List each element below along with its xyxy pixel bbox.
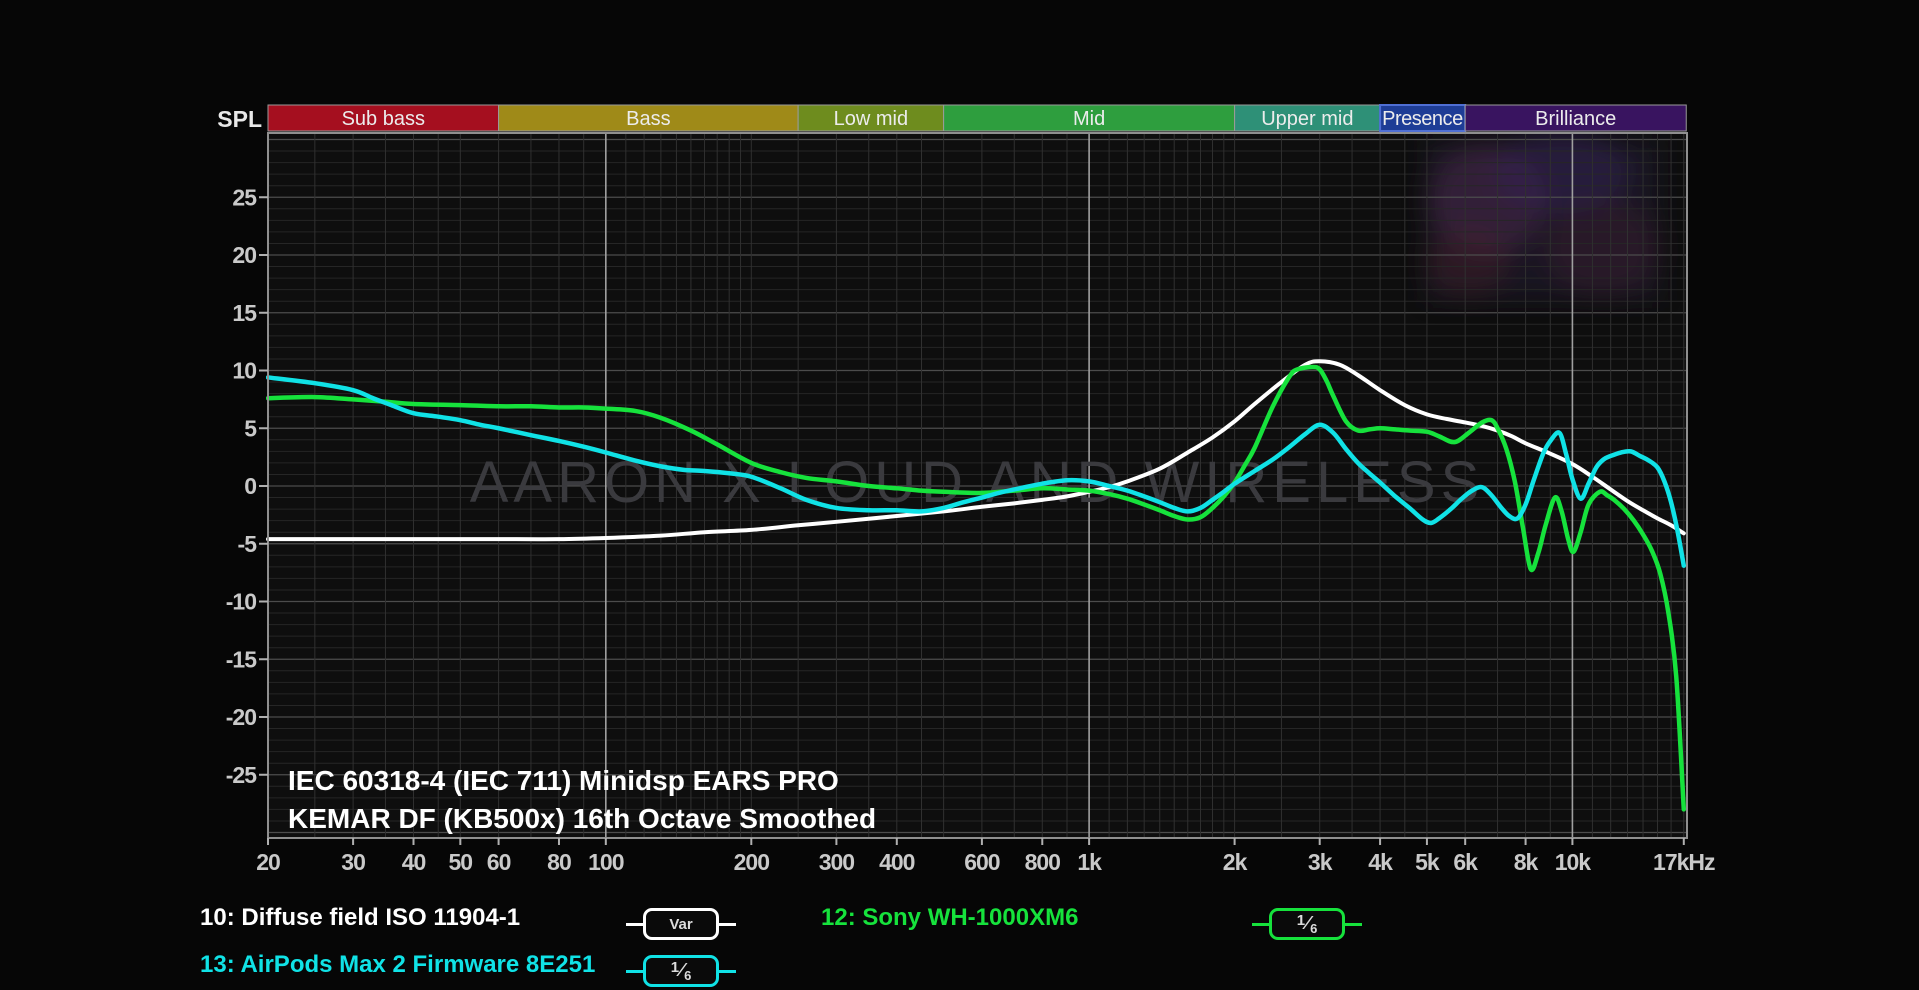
frequency-band-label: Bass xyxy=(626,108,670,130)
y-axis-tick-label: 10 xyxy=(232,358,256,384)
badge-wire-left xyxy=(1252,922,1269,926)
legend-item-airpods-max-2[interactable]: 13: AirPods Max 2 Firmware 8E251 xyxy=(200,951,595,979)
y-axis-tick-label: -10 xyxy=(226,589,256,615)
badge-wire-left xyxy=(626,922,643,926)
frequency-band-label: Upper mid xyxy=(1261,108,1353,130)
frequency-band-label: Low mid xyxy=(834,108,908,130)
badge-wire-right xyxy=(1345,922,1362,926)
watermark-image-blob xyxy=(1425,130,1660,300)
y-axis-tick-label: -20 xyxy=(226,704,256,730)
x-axis-tick-label: 30 xyxy=(341,849,365,875)
badge-fraction-slash: ⁄ xyxy=(680,959,684,980)
x-axis-tick-label: 60 xyxy=(487,849,511,875)
badge-fraction-slash: ⁄ xyxy=(1306,912,1310,933)
x-axis-tick-label: 10k xyxy=(1555,849,1592,875)
legend-smoothing-badge-diffuse-field[interactable]: Var xyxy=(626,908,736,940)
badge-wire-right xyxy=(719,922,736,926)
badge-box: Var xyxy=(643,908,719,940)
y-axis-tick-label: 0 xyxy=(244,473,256,499)
y-axis-tick-label: -15 xyxy=(226,646,257,672)
frequency-band-label: Presence xyxy=(1382,108,1463,130)
y-axis-tick-label: 20 xyxy=(232,242,256,268)
legend-smoothing-badge-sony-wh1000xm6[interactable]: 1 ⁄ 6 xyxy=(1252,908,1362,940)
y-axis-tick-label: -25 xyxy=(226,762,257,788)
x-axis-tick-label: 6k xyxy=(1453,849,1478,875)
frequency-response-chart[interactable]: AARON X LOUD AND WIRELESS IEC 60318-4 (I… xyxy=(0,0,1919,990)
x-axis-tick-label: 4k xyxy=(1368,849,1393,875)
legend-smoothing-badge-airpods-max-2[interactable]: 1 ⁄ 6 xyxy=(626,955,736,987)
x-axis-tick-label: 1k xyxy=(1077,849,1102,875)
badge-text: Var xyxy=(669,915,693,933)
annotation-line1: IEC 60318-4 (IEC 711) Minidsp EARS PRO xyxy=(288,765,839,796)
y-axis-tick-label: 5 xyxy=(244,415,257,441)
x-axis-tick-label: 3k xyxy=(1308,849,1333,875)
x-axis-tick-label: 8k xyxy=(1514,849,1539,875)
badge-fraction-numerator: 1 xyxy=(670,958,680,976)
badge-wire-right xyxy=(719,969,736,973)
watermark-text: AARON X LOUD AND WIRELESS xyxy=(470,450,1485,515)
y-axis-tick-label: 15 xyxy=(232,300,257,326)
x-axis-tick-label: 2k xyxy=(1223,849,1248,875)
badge-fraction-denominator: 6 xyxy=(684,967,692,983)
x-axis-tick-label: 5k xyxy=(1415,849,1440,875)
x-axis-tick-label: 100 xyxy=(588,849,624,875)
frequency-band-label: Brilliance xyxy=(1535,108,1616,130)
x-axis-tick-label: 80 xyxy=(547,849,571,875)
x-axis-tick-label: 50 xyxy=(449,849,473,875)
badge-fraction-numerator: 1 xyxy=(1296,911,1306,929)
x-axis-tick-label: 17kHz xyxy=(1653,849,1715,875)
frequency-band-label: Sub bass xyxy=(342,108,425,130)
y-axis-tick-label: 25 xyxy=(232,184,257,210)
x-axis-tick-label: 20 xyxy=(256,849,280,875)
x-axis-tick-label: 800 xyxy=(1025,849,1061,875)
x-axis-tick-label: 200 xyxy=(734,849,770,875)
legend-item-sony-wh1000xm6[interactable]: 12: Sony WH-1000XM6 xyxy=(821,904,1078,932)
badge-wire-left xyxy=(626,969,643,973)
badge-fraction-denominator: 6 xyxy=(1310,920,1318,936)
spl-axis-label: SPL xyxy=(217,106,262,132)
legend-item-diffuse-field[interactable]: 10: Diffuse field ISO 11904-1 xyxy=(200,904,520,932)
frequency-band-label: Mid xyxy=(1073,108,1105,130)
x-axis-tick-label: 300 xyxy=(819,849,855,875)
badge-box: 1 ⁄ 6 xyxy=(643,955,719,987)
x-axis-tick-label: 40 xyxy=(402,849,426,875)
x-axis-tick-label: 400 xyxy=(879,849,915,875)
y-axis-tick-label: -5 xyxy=(238,531,258,557)
annotation-line2: KEMAR DF (KB500x) 16th Octave Smoothed xyxy=(288,803,876,834)
x-axis-tick-label: 600 xyxy=(964,849,1000,875)
frequency-response-app: AARON X LOUD AND WIRELESS IEC 60318-4 (I… xyxy=(0,0,1919,990)
badge-box: 1 ⁄ 6 xyxy=(1269,908,1345,940)
